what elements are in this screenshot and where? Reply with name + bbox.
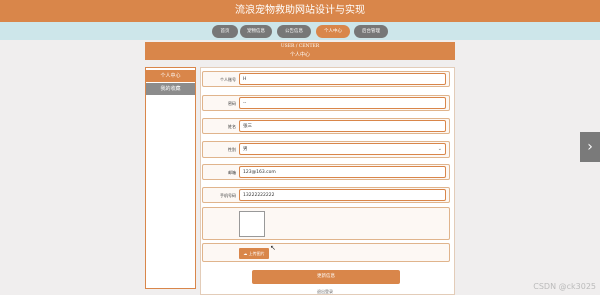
label-password: 密码 xyxy=(228,101,236,106)
label-account: 个人账号 xyxy=(220,77,236,82)
upload-image-button[interactable]: ☁ 上传图片 xyxy=(239,248,269,259)
sidebar-item-favorites[interactable]: 我的收藏 xyxy=(146,83,195,95)
nav-item-user-center[interactable]: 个人中心 xyxy=(316,25,350,38)
name-input[interactable]: 张三 xyxy=(239,120,446,132)
nav-item-pets[interactable]: 宠物信息 xyxy=(240,25,272,38)
section-header: USER / CENTER 个人中心 xyxy=(145,42,455,60)
nav-item-notices[interactable]: 公告信息 xyxy=(277,25,311,38)
gender-value: 男 xyxy=(243,147,248,152)
section-title-cn: 个人中心 xyxy=(289,52,310,58)
label-phone: 手机号码 xyxy=(220,193,236,198)
mouse-cursor-icon: ↖ xyxy=(270,244,276,252)
label-gender: 性别 xyxy=(228,147,236,152)
gender-select[interactable]: 男 ⌄ xyxy=(239,143,446,155)
chevron-down-icon: ⌄ xyxy=(437,146,442,152)
upload-label: 上传图片 xyxy=(248,251,265,256)
nav-item-admin[interactable]: 后台管理 xyxy=(354,25,388,38)
site-title: 流浪宠物救助网站设计与实现 xyxy=(235,5,365,16)
sidebar-item-user-center[interactable]: 个人中心 xyxy=(146,70,195,82)
label-name: 姓名 xyxy=(228,124,236,129)
sidebar: 个人中心 我的收藏 xyxy=(145,67,196,289)
phone-input[interactable]: 13222222222 xyxy=(239,189,446,201)
account-input[interactable]: H xyxy=(239,73,446,85)
label-email: 邮箱 xyxy=(228,170,236,175)
email-input[interactable]: 123@163.com xyxy=(239,166,446,178)
watermark: CSDN @ck3025 xyxy=(533,282,596,291)
logout-link[interactable]: 退出登录 xyxy=(300,289,350,295)
nav-item-home[interactable]: 首页 xyxy=(212,25,238,38)
avatar-image xyxy=(239,211,265,237)
save-button[interactable]: 更新信息 xyxy=(252,270,400,284)
password-input[interactable]: -- xyxy=(239,97,446,109)
chevron-right-icon[interactable]: › xyxy=(580,132,600,162)
section-title-en: USER / CENTER xyxy=(280,44,320,49)
